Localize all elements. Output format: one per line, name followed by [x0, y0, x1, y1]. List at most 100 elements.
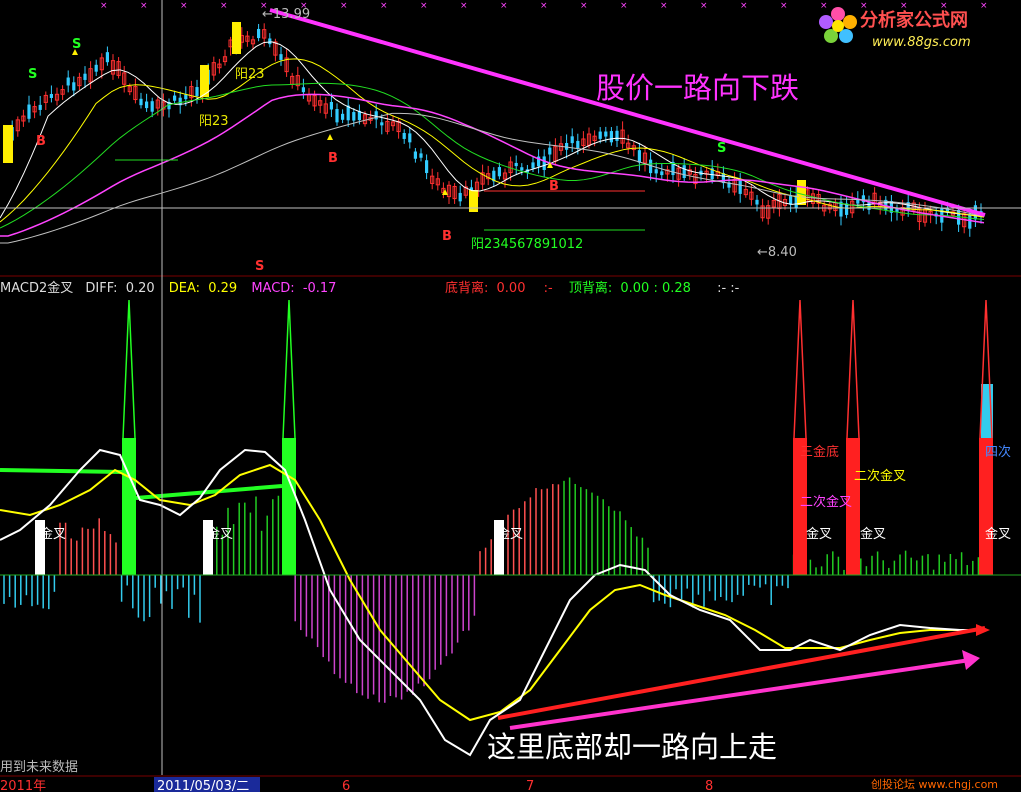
top-marker: × — [660, 1, 668, 11]
diff-value: 0.20 — [126, 281, 155, 296]
macd-signal-label: 四次 — [985, 444, 1011, 460]
candle-body — [408, 133, 412, 143]
time-label-7: 7 — [526, 779, 534, 792]
ma5-line — [0, 41, 985, 219]
yang-label-1: 阳23 — [235, 67, 265, 82]
bottom-div-extra: :- — [544, 281, 553, 296]
top-div-value: 0.00 : 0.28 — [620, 281, 691, 296]
top-marker: × — [460, 1, 468, 11]
dea-value: 0.29 — [208, 281, 237, 296]
arrow-head-icon — [962, 650, 980, 670]
candle-body — [576, 140, 580, 149]
candle-body — [413, 151, 417, 159]
macd-signal-label: 金叉 — [497, 526, 523, 542]
top-marker: × — [500, 1, 508, 11]
top-marker: × — [540, 1, 548, 11]
green-flat-line — [0, 468, 123, 474]
candle-body — [380, 122, 384, 126]
candle-body — [335, 109, 339, 123]
signal-spike — [282, 299, 296, 439]
macd-signal-label: 金叉 — [985, 526, 1011, 542]
candle-body — [968, 214, 972, 229]
candle-body — [738, 179, 742, 194]
candle-body — [419, 153, 423, 158]
bottom-div-value: 0.00 — [497, 281, 526, 296]
top-marker: × — [740, 1, 748, 11]
bottom-credit: 创投论坛 www.chgj.com — [871, 777, 998, 791]
candles — [4, 23, 983, 237]
candle-body — [145, 101, 149, 109]
time-label-6: 6 — [342, 779, 350, 792]
ma30-line — [0, 93, 985, 237]
candle-body — [27, 104, 31, 119]
candle-body — [565, 143, 569, 150]
arrow-head-icon — [976, 624, 990, 636]
signal-spike — [793, 299, 807, 439]
signal-spike — [846, 299, 860, 439]
candle-body — [184, 94, 188, 100]
divergence-header: 底背离: 0.00 :- 顶背离: 0.00 : 0.28 :- :- — [445, 280, 740, 296]
candle-body — [66, 77, 70, 86]
cross-bar — [122, 438, 136, 575]
candle-body — [570, 136, 574, 144]
yang-label-2: 阳23 — [199, 114, 229, 129]
candle-body — [660, 171, 664, 176]
buy-signal: B — [549, 179, 559, 194]
buy-signal: B — [36, 134, 46, 149]
sell-signal: S — [717, 141, 726, 156]
header-tail: :- :- — [717, 281, 740, 296]
macd-signal-label: 三金底 — [800, 444, 839, 460]
candle-body — [329, 101, 333, 110]
candle-body — [682, 165, 686, 179]
candle-body — [83, 73, 87, 80]
macd-signal-label: 二次金叉 — [800, 494, 852, 510]
flower-icon — [819, 7, 857, 43]
candle-body — [425, 160, 429, 174]
sell-signal: S — [28, 67, 37, 82]
candle-body — [279, 54, 283, 60]
candle-body — [867, 201, 871, 210]
indicator-name: MACD2金叉 — [0, 280, 73, 296]
top-marker: × — [140, 1, 148, 11]
candle-body — [49, 94, 53, 98]
indicator-header: MACD2金叉 DIFF: 0.20 DEA: 0.29 MACD: -0.17 — [0, 280, 336, 296]
candle-body — [38, 104, 42, 110]
candle-body — [604, 131, 608, 137]
top-div-label: 顶背离: — [569, 280, 612, 296]
candle-body — [402, 133, 406, 139]
macd-value: -0.17 — [303, 281, 337, 296]
candle-body — [548, 147, 552, 155]
top-marker: × — [580, 1, 588, 11]
cross-bar — [282, 438, 296, 575]
top-marker: × — [820, 1, 828, 11]
candle-body — [609, 131, 613, 143]
top-marker: × — [100, 1, 108, 11]
stock-chart: SSSSBBBB× × × × × × × × × × × × × × × × × × × × × × × 金叉 金叉 金叉三金… — [0, 0, 1021, 792]
buy-signal: B — [328, 151, 338, 166]
candle-body — [458, 192, 462, 202]
candle-body — [531, 162, 535, 169]
candle-body — [268, 38, 272, 45]
macd-up-annotation: 这里底部却一路向上走 — [487, 730, 777, 764]
candle-body — [374, 111, 378, 120]
green-flat-line — [135, 484, 283, 500]
candle-body — [195, 87, 199, 97]
brand-url: www.88gs.com — [872, 35, 971, 50]
top-marker: × — [420, 1, 428, 11]
sell-signal: S — [255, 259, 264, 274]
candle-body — [542, 156, 546, 170]
sell-signal: S — [72, 37, 81, 52]
candle-body — [637, 150, 641, 163]
candle-body — [520, 167, 524, 171]
price-panel: SSSSBBBB× × × × × × × × × × × × × × × × × × × × × × × — [0, 1, 988, 274]
macd-panel: 金叉 金叉 金叉 三金底二次金叉二次金叉金叉 金叉 四次金叉 — [0, 299, 1011, 757]
top-marker: × — [180, 1, 188, 11]
macd-signal-label: 金叉 — [40, 526, 66, 542]
macd-signal-label: 二次金叉 — [854, 468, 906, 484]
buy-signal: B — [442, 229, 452, 244]
macd-signal-label: 金叉 — [860, 526, 886, 542]
top-marker: × — [620, 1, 628, 11]
price-low-label: ←8.40 — [757, 245, 797, 260]
candle-body — [615, 130, 619, 141]
brand-name: 分析家公式网 — [860, 9, 968, 31]
